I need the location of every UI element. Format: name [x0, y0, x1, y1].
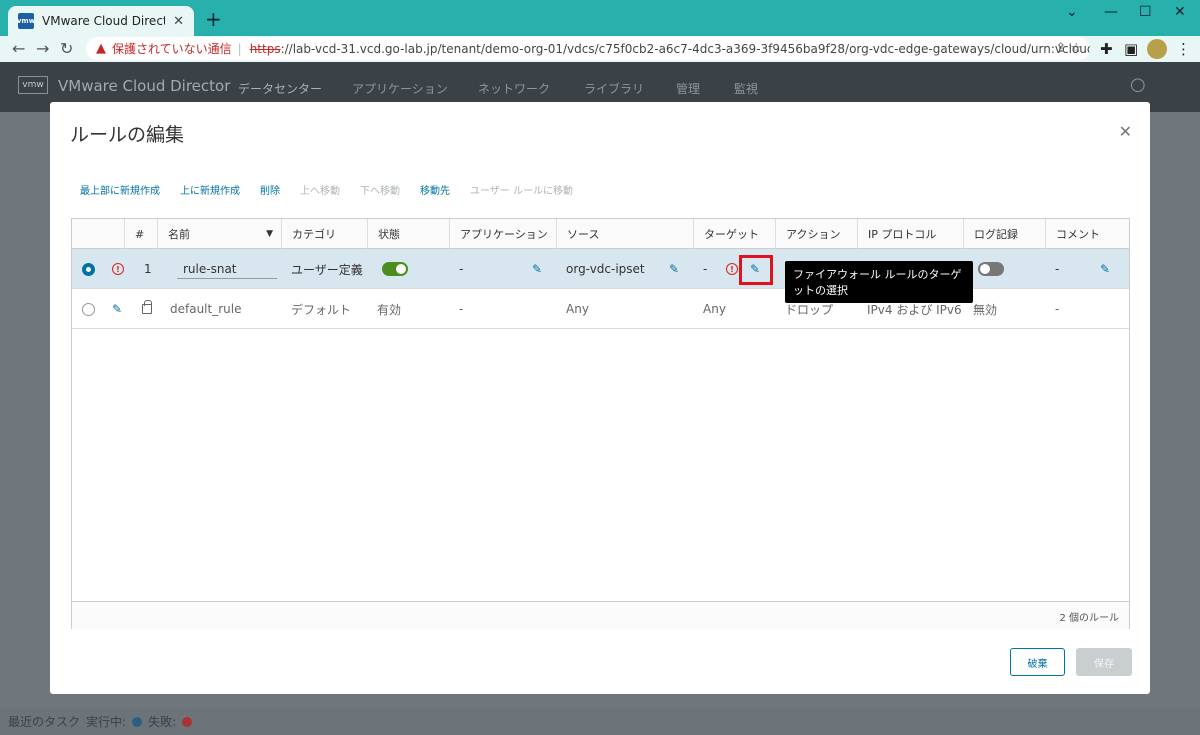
close-icon[interactable]: ✕ — [1119, 122, 1132, 141]
failed-count-badge — [182, 716, 193, 727]
rule-count: 2 個のルール — [1059, 613, 1119, 624]
header-action: アクション — [775, 219, 857, 249]
move-down-button[interactable]: 下へ移動 — [360, 182, 400, 197]
forward-arrow-icon[interactable]: → — [36, 39, 49, 58]
row-applications: - — [459, 262, 464, 276]
url-separator: | — [237, 41, 242, 56]
rule-toolbar: 最上部に新規作成 上に新規作成 削除 上へ移動 下へ移動 移動先 ユーザー ルー… — [80, 182, 593, 197]
nav-applications[interactable]: アプリケーション — [352, 80, 448, 97]
row-comment: - — [1055, 302, 1060, 316]
target-error-icon: ! — [726, 263, 738, 275]
lock-icon — [142, 300, 152, 314]
header-name-label: 名前 — [168, 228, 190, 241]
header-category: カテゴリ — [281, 219, 367, 249]
back-arrow-icon[interactable]: ← — [12, 39, 25, 58]
delete-button[interactable]: 削除 — [260, 182, 280, 197]
rule-name-input[interactable]: rule-snat — [177, 260, 277, 279]
row-applications: - — [459, 302, 464, 316]
running-count-badge — [132, 716, 143, 727]
add-above-button[interactable]: 上に新規作成 — [180, 182, 240, 197]
browser-menu-icon[interactable]: ⋮ — [1176, 40, 1191, 58]
row-source: Any — [566, 302, 589, 316]
row-category: ユーザー定義 — [291, 262, 363, 277]
row-comment: - — [1055, 262, 1060, 276]
browser-tab-bar: vmw VMware Cloud Director ✕ + ⌄ — ☐ ✕ — [0, 0, 1200, 36]
header-ip-protocol: IP プロトコル — [857, 219, 963, 249]
header-source: ソース — [556, 219, 693, 249]
move-to-button[interactable]: 移動先 — [420, 182, 450, 197]
browser-tab[interactable]: vmw VMware Cloud Director ✕ — [8, 6, 194, 36]
recent-tasks-label: 最近のタスク — [8, 715, 81, 729]
app-title: VMware Cloud Director — [58, 77, 231, 95]
nav-monitor[interactable]: 監視 — [734, 80, 758, 97]
move-up-button[interactable]: 上へ移動 — [300, 182, 340, 197]
row-source: org-vdc-ipset — [566, 262, 645, 276]
edit-comment-icon[interactable]: ✎ — [1100, 262, 1110, 276]
save-button[interactable]: 保存 — [1076, 648, 1132, 676]
row-state: 有効 — [377, 302, 402, 317]
row-select[interactable] — [72, 249, 95, 289]
move-user-rules-button[interactable]: ユーザー ルールに移動 — [470, 182, 573, 197]
error-icon: ! — [112, 263, 124, 275]
recent-tasks-bar[interactable]: 最近のタスク 実行中: 失敗: — [0, 708, 1200, 735]
dialog-title: ルールの編集 — [70, 124, 185, 146]
header-logging: ログ記録 — [963, 219, 1045, 249]
edit-source-icon[interactable]: ✎ — [669, 262, 679, 276]
filter-icon[interactable]: ▼ — [266, 229, 273, 239]
grid-footer: 2 個のルール — [72, 601, 1129, 629]
edit-rule-icon[interactable]: ✎ — [112, 302, 122, 316]
reload-icon[interactable]: ↻ — [60, 39, 73, 58]
chevron-down-icon[interactable]: ⌄ — [1066, 4, 1078, 20]
row-target: - — [703, 262, 708, 276]
header-spacer — [102, 219, 124, 249]
bookmark-star-icon[interactable]: ⇪ ☆ — [1055, 41, 1082, 56]
vmware-favicon-icon: vmw — [17, 13, 35, 29]
row-name: default_rule — [170, 302, 242, 316]
warning-icon: ▲ — [96, 41, 106, 56]
add-top-button[interactable]: 最上部に新規作成 — [80, 182, 160, 197]
url-scheme: https — [249, 41, 281, 56]
logging-toggle[interactable] — [978, 262, 1004, 276]
tab-close-icon[interactable]: ✕ — [173, 14, 184, 29]
profile-avatar[interactable] — [1147, 39, 1167, 59]
minimize-icon[interactable]: — — [1104, 4, 1118, 20]
row-category: デフォルト — [291, 302, 352, 317]
failed-label: 失敗: — [148, 715, 177, 729]
discard-button[interactable]: 破棄 — [1010, 648, 1065, 676]
tooltip: ファイアウォール ルールのターゲットの選択 — [785, 261, 973, 303]
grid-header: # 名前 ▼ カテゴリ 状態 アプリケーション ソース ターゲット アクション … — [72, 219, 1129, 249]
sidebar-icon[interactable]: ▣ — [1124, 40, 1138, 58]
tab-title: VMware Cloud Director — [42, 14, 165, 28]
maximize-icon[interactable]: ☐ — [1139, 4, 1152, 20]
running-label: 実行中: — [86, 715, 127, 729]
highlight-box — [739, 255, 773, 285]
address-bar[interactable]: ▲ 保護されていない通信 | https ://lab-vcd-31.vcd.g… — [86, 37, 1090, 60]
header-applications: アプリケーション — [449, 219, 556, 249]
nav-library[interactable]: ライブラリ — [584, 80, 644, 97]
header-num: # — [124, 219, 157, 249]
nav-datacenter[interactable]: データセンター — [238, 80, 322, 97]
header-name[interactable]: 名前 ▼ — [157, 219, 281, 249]
url-text: ://lab-vcd-31.vcd.go-lab.jp/tenant/demo-… — [280, 41, 1090, 56]
edit-applications-icon[interactable]: ✎ — [532, 262, 542, 276]
edit-rules-dialog: ルールの編集 ✕ 最上部に新規作成 上に新規作成 削除 上へ移動 下へ移動 移動… — [50, 102, 1150, 694]
search-icon[interactable]: ○ — [1130, 74, 1146, 95]
header-target: ターゲット — [693, 219, 775, 249]
vmware-logo: vmw — [18, 76, 48, 94]
nav-admin[interactable]: 管理 — [676, 80, 700, 97]
row-radio[interactable] — [82, 262, 95, 276]
window-close-icon[interactable]: ✕ — [1174, 4, 1186, 20]
nav-network[interactable]: ネットワーク — [478, 80, 550, 97]
security-label: 保護されていない通信 — [112, 42, 232, 56]
browser-toolbar: ← → ↻ ▲ 保護されていない通信 | https ://lab-vcd-31… — [0, 36, 1200, 62]
state-toggle[interactable] — [382, 262, 408, 276]
new-tab-icon[interactable]: + — [205, 9, 222, 29]
header-state: 状態 — [367, 219, 449, 249]
row-radio[interactable] — [82, 302, 95, 316]
header-comment: コメント — [1045, 219, 1129, 249]
row-num: 1 — [144, 262, 152, 276]
row-target: Any — [703, 302, 726, 316]
extensions-icon[interactable]: ✚ — [1100, 40, 1113, 58]
